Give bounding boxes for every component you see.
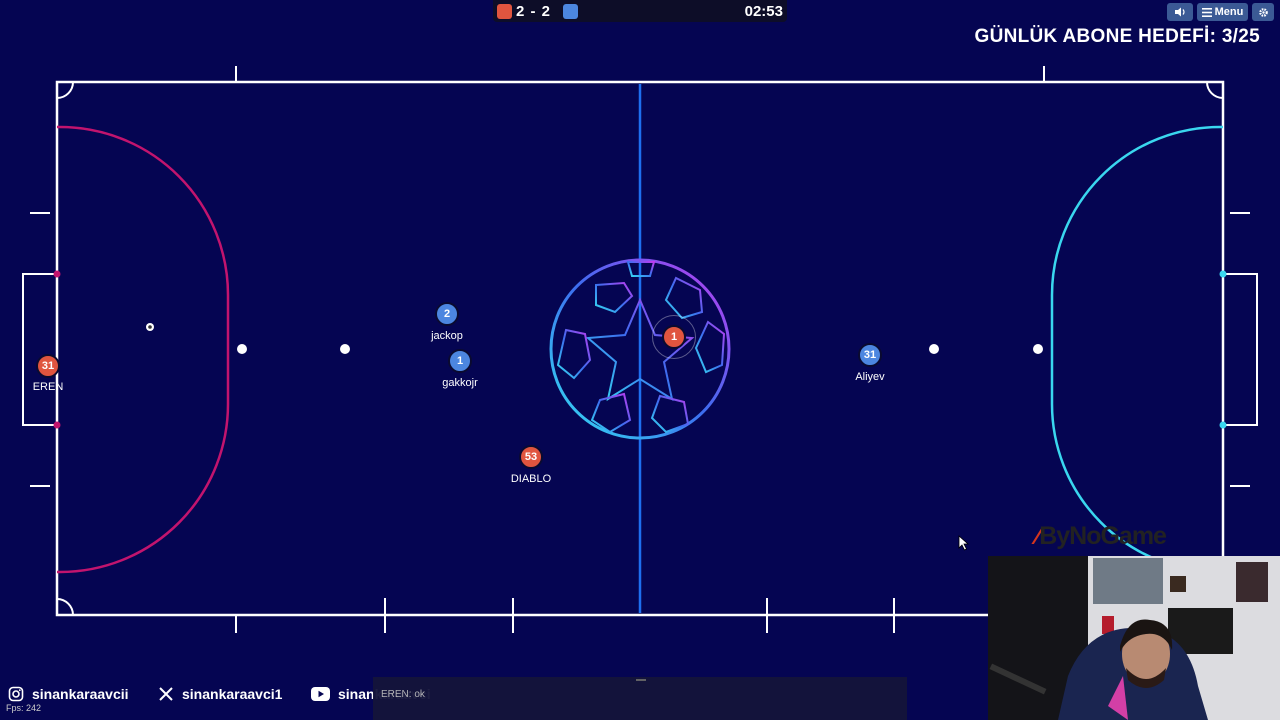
left-penalty-area [57,125,230,574]
penalty-spot [929,344,939,354]
player-number: 1 [456,355,464,367]
player-number: 53 [524,451,538,463]
webcam-scene [988,556,1280,720]
sponsor-name: ByNoGame [1039,522,1167,550]
right-penalty-area [1050,125,1223,574]
sponsor-watermark: ⁄ByNoGame [1036,522,1167,551]
player-marker-aliyev: 31 [858,343,882,367]
x-label: sinankaraavci1 [182,686,283,702]
player-number: 1 [670,331,678,343]
corner-arc [56,81,74,99]
goal-post [1219,270,1227,278]
chat-panel[interactable]: EREN: ok [373,677,907,720]
mouse-cursor-icon [958,535,970,551]
goal-post [53,270,61,278]
player-name: jackop [431,330,463,342]
streamer-webcam [988,556,1280,720]
penalty-spot [340,344,350,354]
corner-arc [1206,81,1224,99]
instagram-label: sinankaraavcii [32,686,129,702]
penalty-spot [237,344,247,354]
player-marker-jackop: 2 [435,302,459,326]
loose-ball [146,323,154,331]
youtube-icon [311,687,330,701]
player-name: EREN [32,381,64,393]
goal-post [53,421,61,429]
left-goal [22,273,57,426]
goal-post [1219,421,1227,429]
player-number: 2 [443,308,451,320]
fps-counter: Fps: 242 [6,703,42,713]
player-marker-gakkojr: 1 [448,349,472,373]
player-name: Aliyev [855,371,885,383]
player-number: 31 [863,349,877,361]
player-marker-eren: 31 [36,354,60,378]
x-handle: sinankaraavci1 [158,686,282,702]
chat-message: EREN: ok [381,689,425,700]
player-marker-self: 1 [662,325,686,349]
player-name: DIABLO [510,473,552,485]
penalty-spot [1033,344,1043,354]
player-name: gakkojr [442,377,478,389]
chat-resize-handle[interactable] [636,679,646,681]
instagram-icon [8,686,24,702]
instagram-handle: sinankaraavcii [8,686,129,702]
player-number: 31 [41,360,55,372]
player-marker-diablo: 53 [519,445,543,469]
right-goal [1223,273,1258,426]
x-logo-icon [159,687,173,701]
corner-arc [56,598,74,616]
